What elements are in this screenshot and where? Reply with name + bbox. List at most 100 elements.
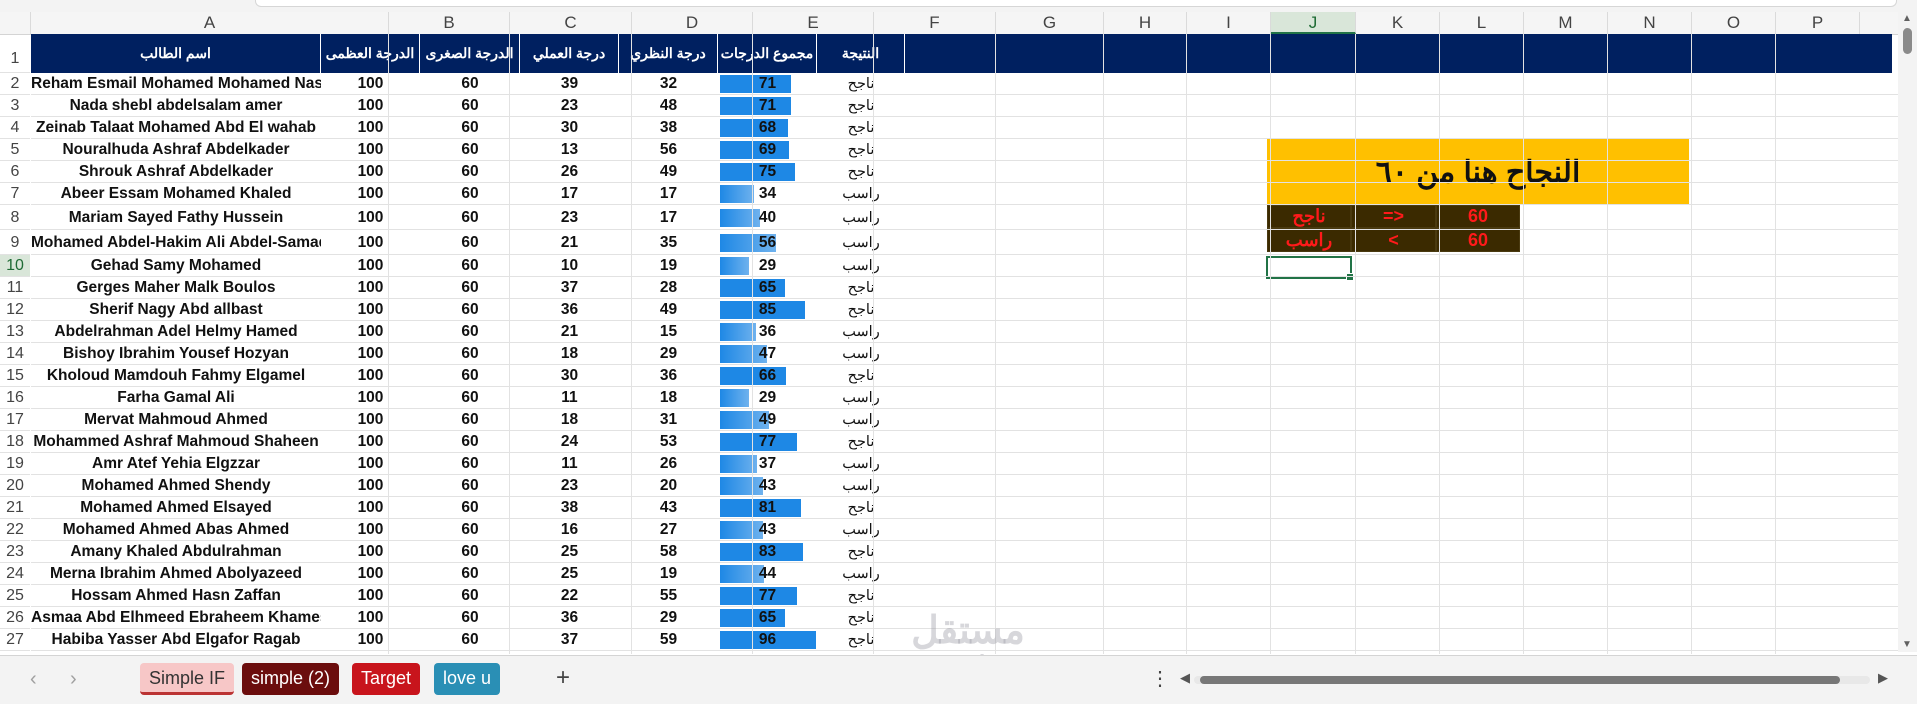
column-header-F[interactable]: F bbox=[874, 12, 996, 34]
cell-result[interactable]: راسب bbox=[817, 207, 905, 229]
cell-name[interactable]: Merna Ibrahim Ahmed Abolyazeed bbox=[31, 563, 321, 585]
cell-practical[interactable]: 13 bbox=[520, 139, 619, 161]
cell-name[interactable]: Amr Atef Yehia Elgzzar bbox=[31, 453, 321, 475]
row-header-6[interactable]: 6 bbox=[0, 161, 30, 183]
fail-operator-cell[interactable]: > bbox=[1351, 228, 1436, 252]
cell-result[interactable]: ناجح bbox=[817, 541, 905, 563]
header-theory-grade[interactable]: درجة النظري bbox=[619, 34, 718, 73]
cell-result[interactable]: راسب bbox=[817, 321, 905, 343]
column-header-L[interactable]: L bbox=[1440, 12, 1524, 34]
cell-theory[interactable]: 28 bbox=[619, 277, 718, 299]
cell-practical[interactable]: 38 bbox=[520, 497, 619, 519]
row-header-3[interactable]: 3 bbox=[0, 95, 30, 117]
row-header-14[interactable]: 14 bbox=[0, 343, 30, 365]
fill-handle[interactable] bbox=[1346, 273, 1354, 281]
cell-name[interactable]: Gerges Maher Malk Boulos bbox=[31, 277, 321, 299]
cell-name[interactable]: Gehad Samy Mohamed bbox=[31, 255, 321, 277]
cell-total[interactable]: 66 bbox=[718, 365, 817, 387]
column-header-N[interactable]: N bbox=[1608, 12, 1692, 34]
cell-result[interactable]: راسب bbox=[817, 475, 905, 497]
cell-min[interactable]: 60 bbox=[420, 387, 520, 409]
column-header-A[interactable]: A bbox=[31, 12, 389, 34]
cell-result[interactable]: ناجح bbox=[817, 497, 905, 519]
sheet-tab-3[interactable]: love u bbox=[434, 663, 501, 695]
cell-result[interactable]: ناجح bbox=[817, 139, 905, 161]
cell-min[interactable]: 60 bbox=[420, 73, 520, 95]
cell-result[interactable]: راسب bbox=[817, 563, 905, 585]
cell-min[interactable]: 60 bbox=[420, 431, 520, 453]
cell-total[interactable]: 65 bbox=[718, 277, 817, 299]
cell-theory[interactable]: 35 bbox=[619, 232, 718, 254]
cell-name[interactable]: Mohamed Ahmed Elsayed bbox=[31, 497, 321, 519]
cell-theory[interactable]: 43 bbox=[619, 497, 718, 519]
cell-total[interactable]: 71 bbox=[718, 73, 817, 95]
cell-practical[interactable]: 18 bbox=[520, 343, 619, 365]
row-header-2[interactable]: 2 bbox=[0, 73, 30, 95]
cell-min[interactable]: 60 bbox=[420, 321, 520, 343]
cell-theory[interactable]: 17 bbox=[619, 183, 718, 205]
row-header-15[interactable]: 15 bbox=[0, 365, 30, 387]
cell-total[interactable]: 37 bbox=[718, 453, 817, 475]
cell-max[interactable]: 100 bbox=[321, 232, 420, 254]
cell-practical[interactable]: 10 bbox=[520, 255, 619, 277]
row-header-27[interactable]: 27 bbox=[0, 629, 30, 651]
cell-name[interactable]: Mervat Mahmoud Ahmed bbox=[31, 409, 321, 431]
header-student-name[interactable]: اسم الطالب bbox=[31, 34, 321, 73]
cell-practical[interactable]: 21 bbox=[520, 321, 619, 343]
cell-practical[interactable]: 25 bbox=[520, 563, 619, 585]
cell-total[interactable]: 83 bbox=[718, 541, 817, 563]
column-header-M[interactable]: M bbox=[1524, 12, 1608, 34]
header-max-grade[interactable]: الدرجة العظمى bbox=[321, 34, 420, 73]
column-header-B[interactable]: B bbox=[389, 12, 510, 34]
cell-theory[interactable]: 55 bbox=[619, 585, 718, 607]
cell-name[interactable]: Nada shebl abdelsalam amer bbox=[31, 95, 321, 117]
row-header-18[interactable]: 18 bbox=[0, 431, 30, 453]
cell-min[interactable]: 60 bbox=[420, 563, 520, 585]
cell-total[interactable]: 56 bbox=[718, 232, 817, 254]
cell-result[interactable]: راسب bbox=[817, 519, 905, 541]
next-sheet-arrow-icon[interactable]: › bbox=[70, 668, 77, 691]
cell-min[interactable]: 60 bbox=[420, 183, 520, 205]
column-header-K[interactable]: K bbox=[1356, 12, 1440, 34]
cell-max[interactable]: 100 bbox=[321, 321, 420, 343]
cell-max[interactable]: 100 bbox=[321, 541, 420, 563]
cell-result[interactable]: ناجح bbox=[817, 607, 905, 629]
cell-name[interactable]: Shrouk Ashraf Abdelkader bbox=[31, 161, 321, 183]
cell-total[interactable]: 69 bbox=[718, 139, 817, 161]
cell-result[interactable]: راسب bbox=[817, 409, 905, 431]
column-header-I[interactable]: I bbox=[1187, 12, 1271, 34]
cell-min[interactable]: 60 bbox=[420, 453, 520, 475]
cell-result[interactable]: راسب bbox=[817, 183, 905, 205]
cell-practical[interactable]: 23 bbox=[520, 95, 619, 117]
cell-name[interactable]: Reham Esmail Mohamed Mohamed Nasr bbox=[31, 73, 321, 95]
pass-criteria-title[interactable]: النجاح هنا من ٦٠ bbox=[1267, 139, 1689, 205]
cell-result[interactable]: ناجح bbox=[817, 629, 905, 651]
column-header-E[interactable]: E bbox=[753, 12, 874, 34]
cell-max[interactable]: 100 bbox=[321, 497, 420, 519]
cell-practical[interactable]: 39 bbox=[520, 73, 619, 95]
horizontal-scroll-thumb[interactable] bbox=[1200, 676, 1840, 684]
cell-result[interactable]: راسب bbox=[817, 387, 905, 409]
cell-max[interactable]: 100 bbox=[321, 161, 420, 183]
cell-practical[interactable]: 26 bbox=[520, 161, 619, 183]
cell-theory[interactable]: 49 bbox=[619, 161, 718, 183]
sheet-tab-1[interactable]: simple (2) bbox=[242, 663, 340, 695]
column-header-J[interactable]: J bbox=[1271, 12, 1356, 34]
cell-theory[interactable]: 15 bbox=[619, 321, 718, 343]
row-header-7[interactable]: 7 bbox=[0, 183, 30, 205]
cell-max[interactable]: 100 bbox=[321, 629, 420, 651]
cell-name[interactable]: Mohamed Abdel-Hakim Ali Abdel-Samade bbox=[31, 232, 321, 254]
cell-min[interactable]: 60 bbox=[420, 277, 520, 299]
cell-max[interactable]: 100 bbox=[321, 207, 420, 229]
cell-total[interactable]: 68 bbox=[718, 117, 817, 139]
cell-name[interactable]: Abeer Essam Mohamed Khaled bbox=[31, 183, 321, 205]
cell-result[interactable]: ناجح bbox=[817, 161, 905, 183]
cell-total[interactable]: 49 bbox=[718, 409, 817, 431]
cell-theory[interactable]: 29 bbox=[619, 607, 718, 629]
horizontal-scrollbar[interactable]: ◀ ▶ bbox=[1180, 670, 1890, 685]
cell-max[interactable]: 100 bbox=[321, 343, 420, 365]
pass-label-cell[interactable]: ناجح bbox=[1267, 205, 1351, 228]
cell-total[interactable]: 77 bbox=[718, 431, 817, 453]
cell-theory[interactable]: 20 bbox=[619, 475, 718, 497]
cell-name[interactable]: Kholoud Mamdouh Fahmy Elgamel bbox=[31, 365, 321, 387]
